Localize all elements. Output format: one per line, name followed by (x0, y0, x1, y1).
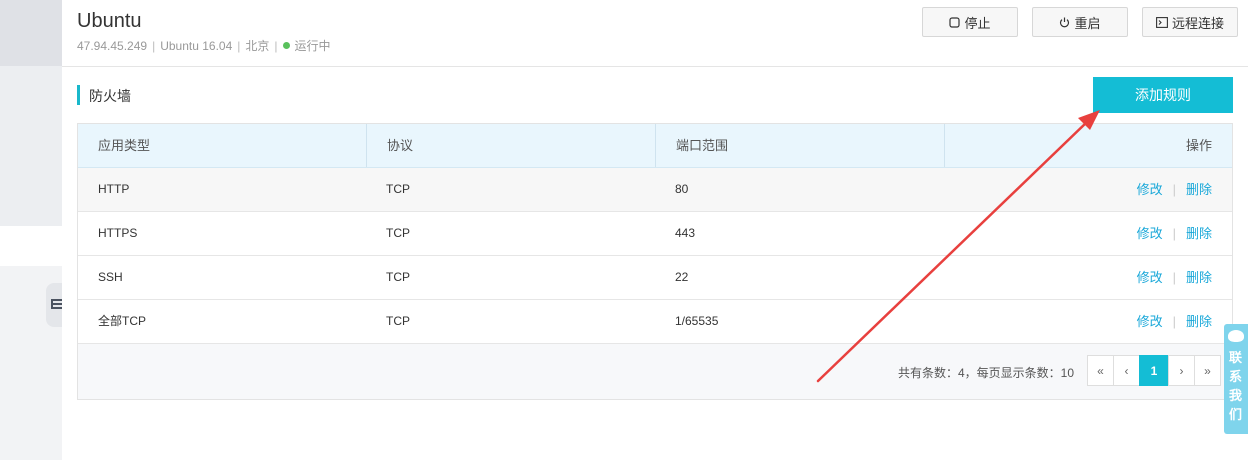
header-actions: 操作 (1185, 138, 1212, 153)
table-row: 全部TCP TCP 1/65535 修改 | 删除 (78, 300, 1232, 344)
cell-app: 全部TCP (98, 314, 147, 328)
section-accent-bar (77, 85, 80, 105)
sidebar-header-block (0, 0, 62, 66)
stop-button[interactable]: 停止 (922, 7, 1018, 37)
meta-separator: | (237, 39, 241, 53)
menu-collapse-icon (51, 299, 62, 309)
edit-link[interactable]: 修改 (1137, 314, 1163, 329)
header-protocol: 协议 (367, 124, 656, 167)
contact-us-label: 联系我们 (1229, 350, 1243, 422)
first-page-button[interactable]: « (1087, 355, 1114, 386)
edit-link[interactable]: 修改 (1137, 226, 1163, 241)
cell-port: 1/65535 (675, 314, 719, 328)
instance-region: 北京 (245, 39, 270, 53)
contact-us-tab[interactable]: 联系我们 (1224, 324, 1248, 434)
cell-protocol: TCP (386, 182, 410, 196)
edit-link[interactable]: 修改 (1137, 182, 1163, 197)
action-separator: | (1172, 226, 1176, 241)
cell-port: 22 (675, 270, 689, 284)
row-actions: 修改 | 删除 (1137, 300, 1212, 344)
table-header: 应用类型 协议 端口范围 操作 (78, 124, 1232, 168)
add-rule-button[interactable]: 添加规则 (1093, 77, 1233, 113)
cell-protocol: TCP (386, 270, 410, 284)
row-actions: 修改 | 删除 (1137, 168, 1212, 212)
action-separator: | (1172, 182, 1176, 197)
page-1-button[interactable]: 1 (1139, 355, 1169, 386)
instance-meta: 47.94.45.249 | Ubuntu 16.04 | 北京 | 运行中 (77, 37, 331, 54)
instance-header: Ubuntu 47.94.45.249 | Ubuntu 16.04 | 北京 | 运行中 … (62, 0, 1248, 67)
cell-protocol: TCP (386, 314, 410, 328)
cell-app: HTTP (98, 182, 130, 196)
firewall-table: 应用类型 协议 端口范围 操作 HTTP TCP 80 修改 | 删除 HTTPS … (77, 123, 1233, 400)
next-page-button[interactable]: › (1168, 355, 1195, 386)
row-actions: 修改 | 删除 (1137, 256, 1212, 300)
edit-link[interactable]: 修改 (1137, 270, 1163, 285)
status-dot-icon (282, 42, 290, 49)
section-title: 防火墙 (89, 88, 131, 104)
row-actions: 修改 | 删除 (1137, 212, 1212, 256)
last-page-button[interactable]: » (1194, 355, 1221, 386)
cell-port: 443 (675, 226, 696, 240)
sidebar-nav-block (0, 66, 62, 226)
remote-connect-label: 远程连接 (1171, 15, 1224, 31)
terminal-icon (1156, 16, 1168, 28)
pagination-summary: 共有条数：4，每页显示条数：10 (898, 366, 1075, 380)
table-row: HTTP TCP 80 修改 | 删除 (78, 168, 1232, 212)
stop-button-label: 停止 (964, 15, 991, 31)
pagination: « ‹ 1 › » (1087, 355, 1221, 387)
cell-protocol: TCP (386, 226, 410, 240)
restart-button[interactable]: 重启 (1032, 7, 1128, 37)
cell-app: SSH (98, 270, 123, 284)
sidebar-toggle[interactable] (46, 283, 62, 327)
prev-page-button[interactable]: ‹ (1113, 355, 1140, 386)
cell-app: HTTPS (98, 226, 138, 240)
instance-name: Ubuntu (77, 10, 142, 32)
meta-separator: | (274, 39, 278, 53)
table-row: HTTPS TCP 443 修改 | 删除 (78, 212, 1232, 256)
delete-link[interactable]: 删除 (1186, 314, 1212, 329)
cell-port: 80 (675, 182, 689, 196)
stop-icon (949, 16, 961, 28)
sidebar-active-item[interactable] (0, 226, 62, 266)
power-icon (1060, 17, 1070, 27)
instance-status: 运行中 (294, 39, 331, 53)
delete-link[interactable]: 删除 (1186, 226, 1212, 241)
action-separator: | (1172, 270, 1176, 285)
left-sidebar (0, 0, 62, 460)
instance-os: Ubuntu 16.04 (160, 39, 233, 53)
remote-connect-button[interactable]: 远程连接 (1142, 7, 1238, 37)
delete-link[interactable]: 删除 (1186, 182, 1212, 197)
header-app-type: 应用类型 (78, 124, 367, 167)
meta-separator: | (152, 39, 156, 53)
chat-icon (1228, 330, 1244, 342)
table-row: SSH TCP 22 修改 | 删除 (78, 256, 1232, 300)
header-port-range: 端口范围 (656, 124, 945, 167)
restart-button-label: 重启 (1074, 15, 1101, 31)
delete-link[interactable]: 删除 (1186, 270, 1212, 285)
instance-ip: 47.94.45.249 (77, 39, 148, 53)
action-separator: | (1172, 314, 1176, 329)
